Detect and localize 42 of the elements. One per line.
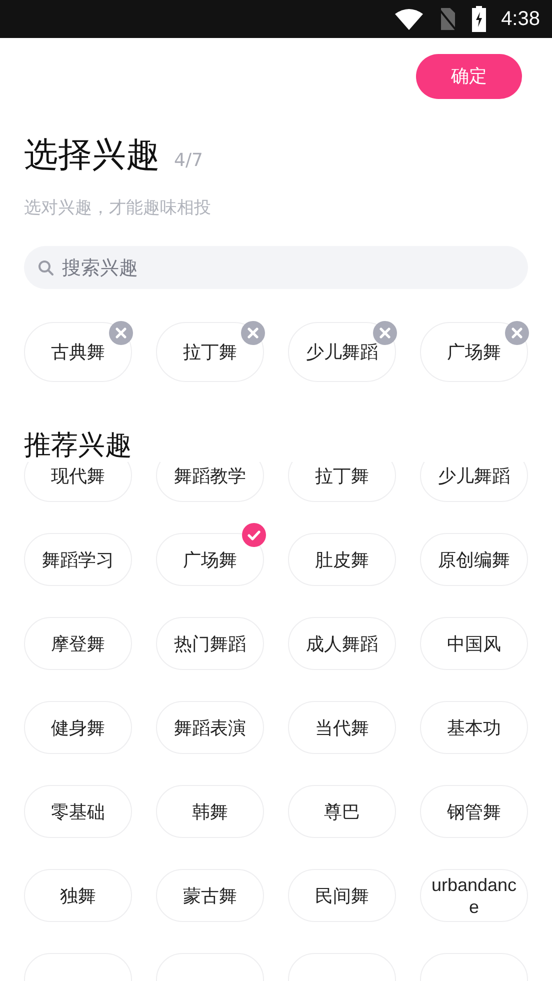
- remove-icon[interactable]: [373, 321, 397, 345]
- interest-chip[interactable]: 当代舞: [288, 701, 396, 754]
- interest-chip[interactable]: 肚皮舞: [288, 533, 396, 586]
- interest-chip[interactable]: 蒙古舞: [156, 869, 264, 922]
- interest-chip[interactable]: 广场舞: [156, 533, 264, 586]
- interest-chip[interactable]: 尊巴: [288, 785, 396, 838]
- interest-chip[interactable]: 零基础: [24, 785, 132, 838]
- interest-chip[interactable]: 少儿舞蹈: [420, 462, 528, 502]
- selected-interest-chip[interactable]: 古典舞: [24, 322, 132, 382]
- interest-chip[interactable]: 中国风: [420, 617, 528, 670]
- page-title: 选择兴趣: [24, 135, 160, 175]
- interest-chip[interactable]: 基本功: [420, 701, 528, 754]
- interest-chip[interactable]: 舞蹈表演: [156, 701, 264, 754]
- remove-icon[interactable]: [109, 321, 133, 345]
- interest-chip[interactable]: 成人舞蹈: [288, 617, 396, 670]
- selected-interest-chip[interactable]: 拉丁舞: [156, 322, 264, 382]
- selected-interest-chip[interactable]: 少儿舞蹈: [288, 322, 396, 382]
- search-icon: [38, 260, 54, 276]
- remove-icon[interactable]: [505, 321, 529, 345]
- status-time: 4:38: [501, 7, 540, 32]
- subtitle: 选对兴趣，才能趣味相投: [23, 197, 212, 219]
- interest-chip[interactable]: 舞蹈教学: [156, 462, 264, 502]
- search-field[interactable]: 搜索兴趣: [24, 246, 528, 289]
- section-title: 推荐兴趣: [23, 430, 133, 462]
- interest-chip[interactable]: 拉丁舞: [288, 462, 396, 502]
- interest-chip[interactable]: 热门舞蹈: [156, 617, 264, 670]
- interest-chip[interactable]: 韩舞: [156, 785, 264, 838]
- interest-chip[interactable]: 原创编舞: [420, 533, 528, 586]
- interest-chip[interactable]: 现代舞: [24, 462, 132, 502]
- interest-chip[interactable]: 钢管舞: [420, 785, 528, 838]
- selected-interest-chip[interactable]: 广场舞: [420, 322, 528, 382]
- wifi-icon: [395, 8, 424, 30]
- interest-chip[interactable]: 民间舞: [288, 869, 396, 922]
- interest-chip[interactable]: urbandance: [420, 869, 528, 922]
- selection-count: 4/7: [174, 149, 203, 173]
- interest-chip[interactable]: 健身舞: [24, 701, 132, 754]
- confirm-button[interactable]: 确定: [416, 54, 522, 99]
- interest-chip[interactable]: 独舞: [24, 869, 132, 922]
- battery-charging-icon: [471, 6, 488, 32]
- remove-icon[interactable]: [241, 321, 265, 345]
- interest-chip[interactable]: 舞蹈学习: [24, 533, 132, 586]
- interest-chip[interactable]: 摩登舞: [24, 617, 132, 670]
